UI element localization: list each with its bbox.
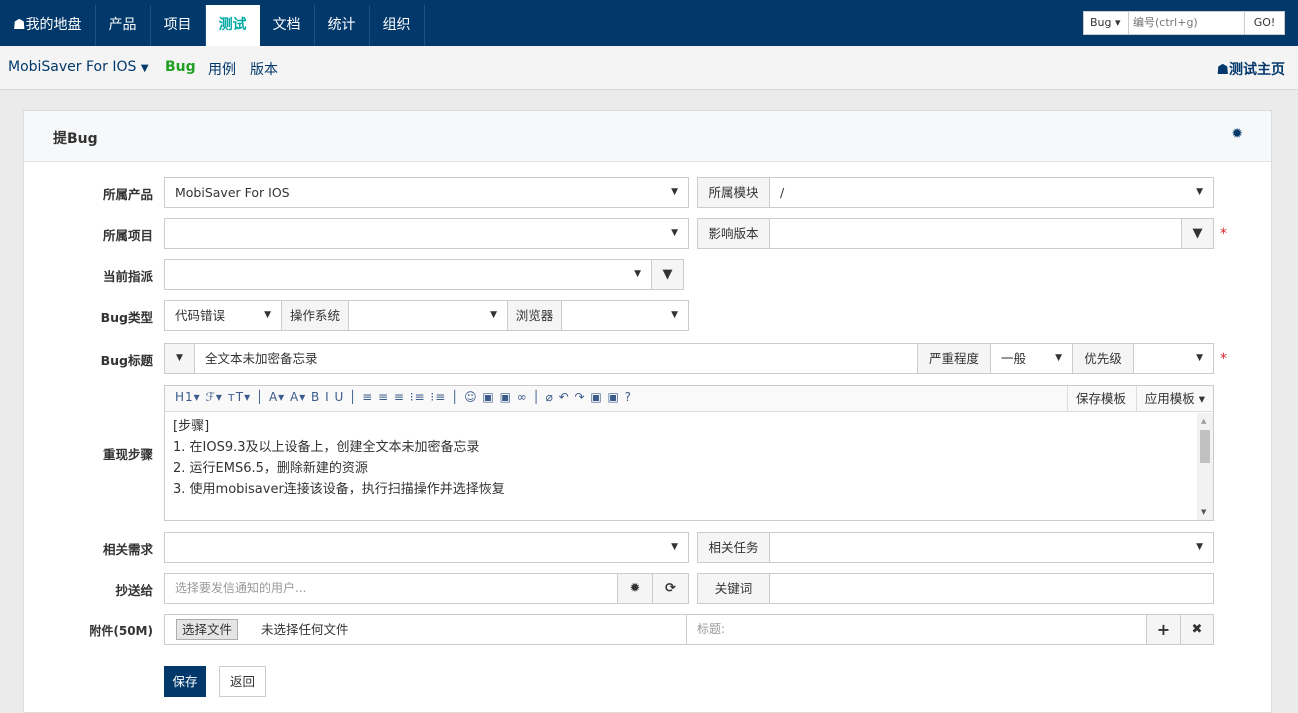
scroll-thumb[interactable] — [1200, 430, 1210, 463]
module-label: 所属模块 — [697, 177, 770, 208]
nav-company[interactable]: 组织 — [370, 5, 425, 46]
browser-label: 浏览器 — [507, 300, 562, 331]
nav-my-label: 我的地盘 — [25, 17, 82, 33]
panel-header: 提Bug ✹ — [24, 111, 1271, 162]
caret-down-icon: ▼ — [140, 63, 149, 74]
step-line: [步骤] — [173, 419, 210, 434]
type-select[interactable]: 代码错误 ▼ — [164, 300, 282, 331]
nav-doc[interactable]: 文档 — [260, 5, 315, 46]
home-icon: ☗ — [13, 17, 26, 33]
task-label: 相关任务 — [697, 532, 770, 563]
caret-down-icon: ▼ — [1196, 353, 1203, 363]
back-button[interactable]: 返回 — [219, 666, 266, 697]
filter-icon[interactable]: ▼ — [651, 259, 684, 290]
severity-label: 严重程度 — [917, 343, 991, 374]
assigned-select[interactable]: ▼ — [164, 259, 652, 290]
sub-navbar: MobiSaver For IOS ▼ Bug 用例 版本 ☗测试主页 — [0, 46, 1298, 90]
product-select[interactable]: MobiSaver For IOS ▼ — [164, 177, 689, 208]
step-line: 3. 使用mobisaver连接该设备，执行扫描操作并选择恢复 — [173, 482, 505, 497]
search-type-select[interactable]: Bug ▾ — [1084, 12, 1129, 34]
caret-down-icon: ▼ — [490, 310, 497, 320]
story-select[interactable]: ▼ — [164, 532, 689, 563]
home-icon: ☗ — [1216, 62, 1229, 78]
editor-format-tools[interactable]: H1▾ ℱ▾ ᴛT▾ │ A▾ A▾ B I U │ ≡ ≡ ≡ ⁝≡ ⁝≡ │… — [175, 390, 632, 404]
editor-toolbar: H1▾ ℱ▾ ᴛT▾ │ A▾ A▾ B I U │ ≡ ≡ ≡ ⁝≡ ⁝≡ │… — [165, 386, 1213, 412]
gear-icon[interactable]: ✹ — [1231, 126, 1243, 142]
steps-editor[interactable]: H1▾ ℱ▾ ᴛT▾ │ A▾ A▾ B I U │ ≡ ≡ ≡ ⁝≡ ⁝≡ │… — [164, 385, 1214, 521]
caret-down-icon: ▼ — [1196, 542, 1203, 552]
save-button[interactable]: 保存 — [164, 666, 206, 697]
top-navbar: ☗我的地盘 产品 项目 测试 文档 统计 组织 Bug ▾ GO! — [0, 0, 1298, 46]
editor-content[interactable]: [步骤] 1. 在IOS9.3及以上设备上，创建全文本未加密备忘录 2. 运行E… — [173, 416, 505, 500]
go-button[interactable]: GO! — [1244, 12, 1284, 34]
steps-label: 重现步骤 — [102, 447, 153, 462]
subnav-build[interactable]: 版本 — [250, 59, 278, 79]
nav-project[interactable]: 项目 — [151, 5, 206, 46]
module-select[interactable]: / ▼ — [769, 177, 1214, 208]
caret-down-icon: ▼ — [671, 542, 678, 552]
step-line: 1. 在IOS9.3及以上设备上，创建全文本未加密备忘录 — [173, 440, 480, 455]
task-select[interactable]: ▼ — [769, 532, 1214, 563]
caret-down-icon: ▾ — [1198, 391, 1205, 406]
title-input[interactable]: 全文本未加密备忘录 — [194, 343, 918, 374]
create-bug-panel: 提Bug ✹ 所属产品 MobiSaver For IOS ▼ 所属模块 / ▼ 所… — [23, 110, 1272, 713]
project-select[interactable]: ▼ — [164, 218, 689, 249]
quick-search: Bug ▾ GO! — [1083, 11, 1285, 35]
browser-select[interactable]: ▼ — [561, 300, 689, 331]
filter-icon[interactable]: ▼ — [1181, 218, 1214, 249]
required-mark: * — [1220, 226, 1227, 242]
severity-select[interactable]: 一般 ▼ — [990, 343, 1073, 374]
gear-icon[interactable]: ✹ — [617, 573, 653, 604]
add-icon[interactable]: + — [1146, 614, 1181, 645]
priority-label: 优先级 — [1072, 343, 1134, 374]
caret-down-icon: ▼ — [264, 310, 271, 320]
os-select[interactable]: ▼ — [348, 300, 508, 331]
caret-down-icon: ▼ — [1055, 353, 1062, 363]
product-label: 所属产品 — [102, 187, 153, 202]
nav-report[interactable]: 统计 — [315, 5, 370, 46]
close-icon[interactable]: ✖ — [1180, 614, 1214, 645]
page-title: 提Bug — [53, 131, 98, 147]
title-label: Bug标题 — [100, 353, 153, 368]
file-input[interactable]: 未选择任何文件 — [164, 614, 687, 645]
test-home-link[interactable]: ☗测试主页 — [1216, 59, 1285, 79]
caret-down-icon: ▼ — [671, 310, 678, 320]
product-switcher[interactable]: MobiSaver For IOS ▼ — [8, 59, 149, 75]
caret-down-icon: ▼ — [1196, 187, 1203, 197]
file-title-input[interactable]: 标题: — [686, 614, 1147, 645]
editor-scrollbar[interactable]: ▲ ▼ — [1197, 413, 1213, 520]
refresh-icon[interactable]: ⟳ — [652, 573, 689, 604]
story-label: 相关需求 — [102, 542, 153, 557]
nav-test[interactable]: 测试 — [205, 5, 260, 46]
title-color-picker[interactable]: ▼ — [164, 343, 195, 374]
subnav-bug[interactable]: Bug — [165, 59, 196, 75]
step-line: 2. 运行EMS6.5，删除新建的资源 — [173, 461, 368, 476]
main-nav: ☗我的地盘 产品 项目 测试 文档 统计 组织 — [0, 5, 425, 46]
nav-product[interactable]: 产品 — [96, 5, 151, 46]
caret-down-icon: ▼ — [671, 228, 678, 238]
keywords-input[interactable] — [769, 573, 1214, 604]
builds-select[interactable] — [769, 218, 1182, 249]
caret-down-icon: ▼ — [634, 269, 641, 279]
save-template-button[interactable]: 保存模板 — [1066, 386, 1134, 412]
type-label: Bug类型 — [100, 310, 153, 325]
os-label: 操作系统 — [281, 300, 349, 331]
builds-label: 影响版本 — [697, 218, 770, 249]
nav-my[interactable]: ☗我的地盘 — [0, 5, 96, 46]
files-label: 附件(50M) — [89, 624, 153, 638]
scroll-up-icon[interactable]: ▲ — [1201, 417, 1206, 425]
mailto-label: 抄送给 — [115, 583, 153, 598]
project-label: 所属项目 — [102, 228, 153, 243]
caret-down-icon: ▼ — [671, 187, 678, 197]
assigned-label: 当前指派 — [102, 269, 153, 284]
keywords-label: 关键词 — [697, 573, 770, 604]
apply-template-button[interactable]: 应用模板 ▾ — [1135, 386, 1213, 412]
mailto-input[interactable]: 选择要发信通知的用户... — [164, 573, 618, 604]
search-input[interactable] — [1129, 12, 1244, 34]
subnav-case[interactable]: 用例 — [208, 59, 236, 79]
scroll-down-icon[interactable]: ▼ — [1201, 508, 1206, 516]
priority-select[interactable]: ▼ — [1133, 343, 1214, 374]
required-mark: * — [1220, 351, 1227, 367]
choose-file-button[interactable]: 选择文件 — [176, 619, 239, 640]
